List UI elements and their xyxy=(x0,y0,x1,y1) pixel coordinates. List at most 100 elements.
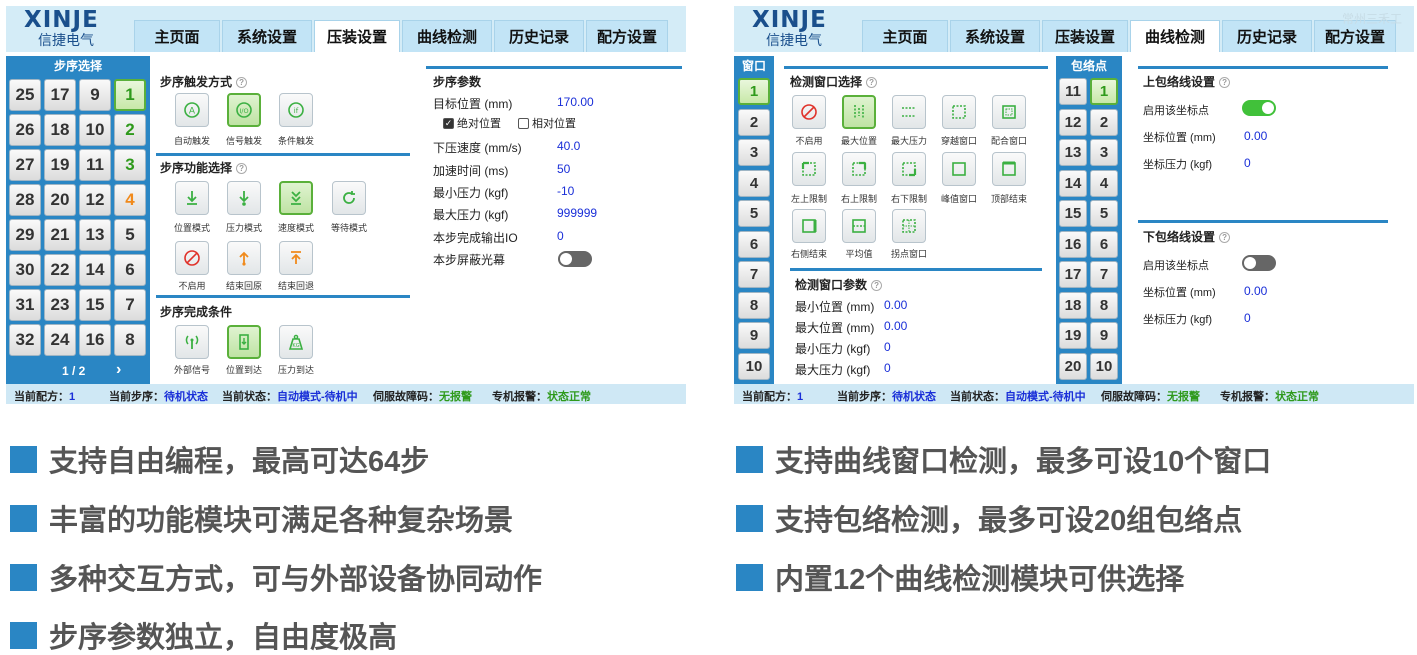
return-origin-icon[interactable] xyxy=(227,241,261,275)
disabled-icon[interactable] xyxy=(792,95,826,129)
press-speed-value[interactable]: 40.0 xyxy=(557,139,580,153)
step-button[interactable]: 21 xyxy=(44,219,76,251)
window-min-position-value[interactable]: 0.00 xyxy=(884,298,907,312)
help-icon[interactable]: ? xyxy=(1219,77,1231,89)
upper-enable-toggle[interactable] xyxy=(1242,100,1276,116)
step-button[interactable]: 3 xyxy=(114,149,146,181)
envelope-point-button[interactable]: 4 xyxy=(1090,169,1118,197)
condition-trigger-icon[interactable]: if xyxy=(279,93,313,127)
step-button[interactable]: 15 xyxy=(79,289,111,321)
step-button[interactable]: 12 xyxy=(79,184,111,216)
step-button[interactable]: 9 xyxy=(79,79,111,111)
envelope-point-button[interactable]: 20 xyxy=(1059,352,1087,380)
tab-curve-detection[interactable]: 曲线检测 xyxy=(402,20,492,52)
lower-position-value[interactable]: 0.00 xyxy=(1244,284,1267,298)
window-max-pressure-value[interactable]: 0 xyxy=(884,361,891,375)
light-curtain-toggle[interactable] xyxy=(558,251,592,267)
tab-system-settings[interactable]: 系统设置 xyxy=(222,20,312,52)
tab-home[interactable]: 主页面 xyxy=(134,20,220,52)
average-icon[interactable] xyxy=(842,209,876,243)
step-button[interactable]: 7 xyxy=(114,289,146,321)
step-button[interactable]: 11 xyxy=(79,149,111,181)
lower-right-limit-icon[interactable] xyxy=(892,152,926,186)
tab-press-settings[interactable]: 压装设置 xyxy=(314,20,400,52)
help-icon[interactable]: ? xyxy=(871,280,883,292)
step-button[interactable]: 24 xyxy=(44,324,76,356)
step-button[interactable]: 23 xyxy=(44,289,76,321)
window-button[interactable]: 1 xyxy=(738,78,770,105)
envelope-point-button[interactable]: 3 xyxy=(1090,139,1118,166)
step-button[interactable]: 8 xyxy=(114,324,146,356)
upper-left-limit-icon[interactable] xyxy=(792,152,826,186)
envelope-point-button[interactable]: 8 xyxy=(1090,291,1118,319)
tab-curve-detection[interactable]: 曲线检测 xyxy=(1130,20,1220,52)
signal-trigger-icon[interactable]: I/O xyxy=(227,93,261,127)
retreat-icon[interactable] xyxy=(279,241,313,275)
tab-recipe[interactable]: 配方设置 xyxy=(586,20,668,52)
relative-position-checkbox[interactable]: 相对位置 xyxy=(518,115,576,131)
envelope-point-button[interactable]: 5 xyxy=(1090,200,1118,227)
envelope-point-button[interactable]: 13 xyxy=(1059,139,1087,166)
tab-system-settings[interactable]: 系统设置 xyxy=(950,20,1040,52)
step-button[interactable]: 27 xyxy=(9,149,41,181)
tab-history[interactable]: 历史记录 xyxy=(1222,20,1312,52)
step-button[interactable]: 17 xyxy=(44,79,76,111)
right-end-icon[interactable] xyxy=(792,209,826,243)
step-button[interactable]: 5 xyxy=(114,219,146,251)
step-button[interactable]: 26 xyxy=(9,114,41,146)
wait-mode-icon[interactable] xyxy=(332,181,366,215)
external-signal-icon[interactable] xyxy=(175,325,209,359)
step-button[interactable]: 14 xyxy=(79,254,111,286)
step-button[interactable]: 30 xyxy=(9,254,41,286)
window-button[interactable]: 7 xyxy=(738,261,770,288)
lower-force-value[interactable]: 0 xyxy=(1244,311,1251,325)
window-min-pressure-value[interactable]: 0 xyxy=(884,340,891,354)
pressure-mode-icon[interactable] xyxy=(227,181,261,215)
speed-mode-icon[interactable] xyxy=(279,181,313,215)
cross-window-icon[interactable] xyxy=(942,95,976,129)
window-button[interactable]: 5 xyxy=(738,200,770,227)
envelope-point-button[interactable]: 14 xyxy=(1059,169,1087,197)
help-icon[interactable]: ? xyxy=(1219,232,1231,244)
envelope-point-button[interactable]: 1 xyxy=(1090,78,1118,105)
step-button[interactable]: 20 xyxy=(44,184,76,216)
pressure-reached-icon[interactable]: KG xyxy=(279,325,313,359)
step-button[interactable]: 4 xyxy=(114,184,146,216)
tab-press-settings[interactable]: 压装设置 xyxy=(1042,20,1128,52)
step-button[interactable]: 19 xyxy=(44,149,76,181)
window-button[interactable]: 9 xyxy=(738,322,770,349)
min-pressure-value[interactable]: -10 xyxy=(557,184,574,198)
output-io-value[interactable]: 0 xyxy=(557,229,564,243)
disabled-icon[interactable] xyxy=(175,241,209,275)
window-button[interactable]: 3 xyxy=(738,139,770,166)
target-position-value[interactable]: 170.00 xyxy=(557,95,594,109)
envelope-point-button[interactable]: 16 xyxy=(1059,230,1087,258)
envelope-point-button[interactable]: 17 xyxy=(1059,261,1087,288)
peak-window-icon[interactable] xyxy=(942,152,976,186)
max-pressure-icon[interactable] xyxy=(892,95,926,129)
window-button[interactable]: 4 xyxy=(738,169,770,197)
envelope-point-button[interactable]: 7 xyxy=(1090,261,1118,288)
next-page-icon[interactable]: › xyxy=(116,361,121,379)
envelope-point-button[interactable]: 19 xyxy=(1059,322,1087,349)
envelope-point-button[interactable]: 11 xyxy=(1059,78,1087,105)
window-max-position-value[interactable]: 0.00 xyxy=(884,319,907,333)
envelope-point-button[interactable]: 2 xyxy=(1090,108,1118,136)
absolute-position-checkbox[interactable]: ✓ 绝对位置 xyxy=(443,115,501,131)
accel-time-value[interactable]: 50 xyxy=(557,162,570,176)
step-button[interactable]: 6 xyxy=(114,254,146,286)
position-mode-icon[interactable] xyxy=(175,181,209,215)
max-pressure-value[interactable]: 999999 xyxy=(557,206,597,220)
upper-right-limit-icon[interactable] xyxy=(842,152,876,186)
step-button[interactable]: 13 xyxy=(79,219,111,251)
auto-trigger-icon[interactable]: A xyxy=(175,93,209,127)
envelope-point-button[interactable]: 15 xyxy=(1059,200,1087,227)
step-button[interactable]: 31 xyxy=(9,289,41,321)
help-icon[interactable]: ? xyxy=(236,77,248,89)
window-button[interactable]: 6 xyxy=(738,230,770,258)
step-button[interactable]: 2 xyxy=(114,114,146,146)
envelope-point-button[interactable]: 9 xyxy=(1090,322,1118,349)
envelope-point-button[interactable]: 12 xyxy=(1059,108,1087,136)
window-button[interactable]: 8 xyxy=(738,291,770,319)
envelope-point-button[interactable]: 18 xyxy=(1059,291,1087,319)
